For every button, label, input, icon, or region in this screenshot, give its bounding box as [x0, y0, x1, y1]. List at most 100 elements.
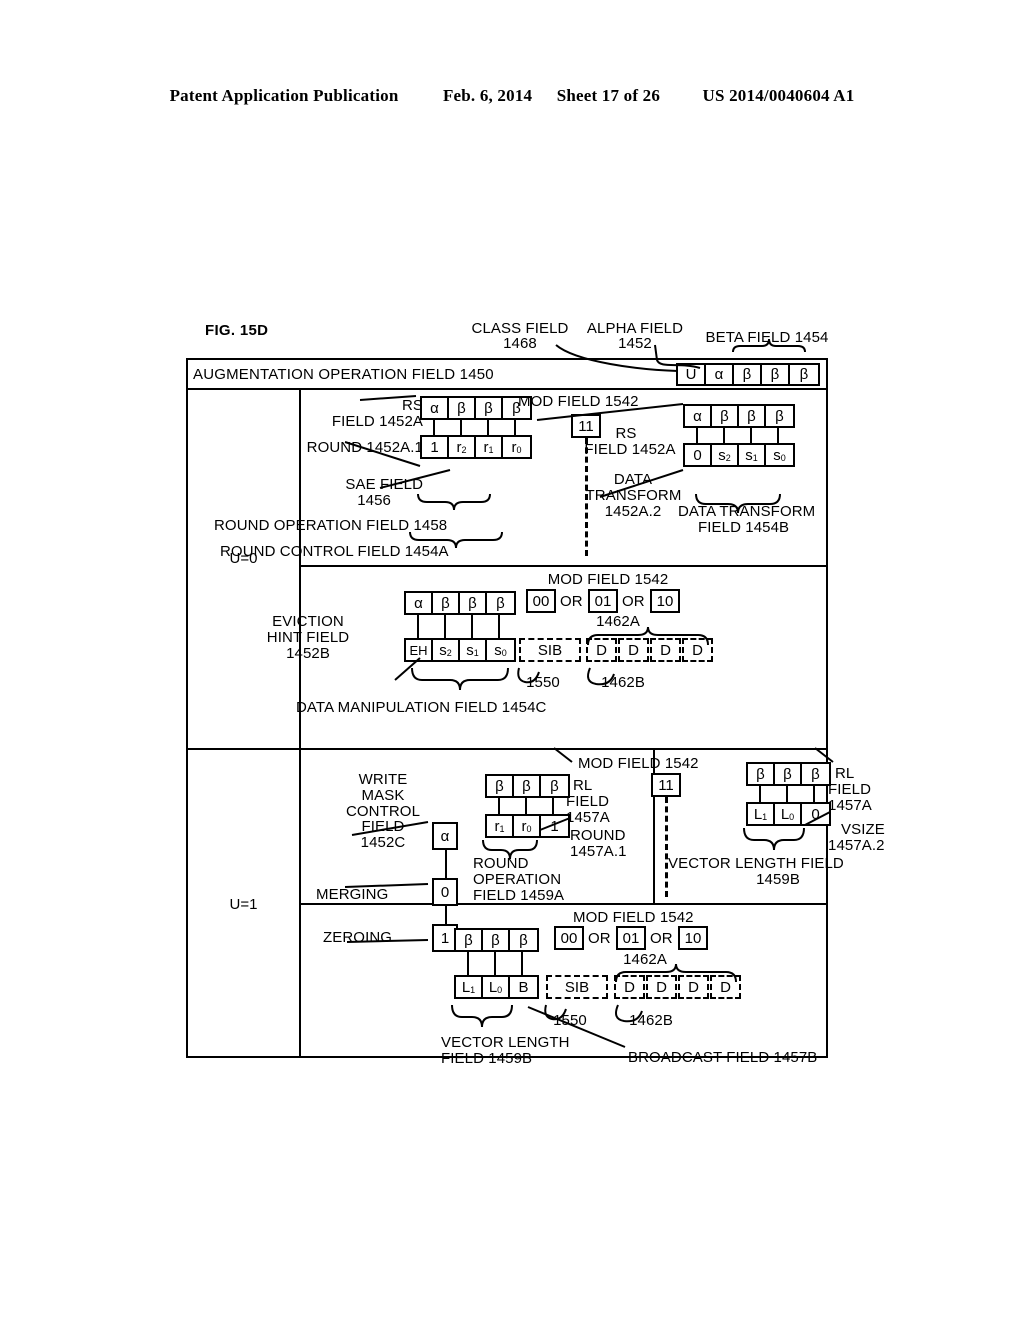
vl-cell-b: B — [518, 978, 529, 996]
u0-rs-top-cell-1: β — [449, 398, 476, 418]
eviction-hint-label-1: EVICTION — [272, 613, 344, 630]
tick-b2 — [750, 428, 752, 443]
u0-rs-top-cell-2: β — [476, 398, 503, 418]
dm-mod-or-2: OR — [622, 593, 645, 610]
header-patent-number: US 2014/0040604 A1 — [702, 86, 855, 105]
rl-field-r-label-2: FIELD — [828, 781, 872, 798]
vl-top-cells: β β β — [454, 928, 539, 952]
u1-merging-cell: 0 — [432, 878, 458, 906]
u0r-rs-top-cell-2: β — [739, 406, 766, 426]
figure-label: FIG. 15D — [205, 322, 269, 339]
vl-disp-cell-2: D — [678, 975, 709, 999]
u1-round-cell-1: 1 — [550, 817, 559, 835]
u1-alpha-to-merging-line — [445, 850, 447, 878]
round-control-field-1454a-label: ROUND CONTROL FIELD 1454A — [220, 543, 449, 560]
u1-round-number: 1457A.1 — [570, 843, 627, 860]
u0-rs-top-cells: α β β β — [420, 396, 532, 420]
rl-field-label-1: RL — [573, 777, 593, 794]
vl-disp-cell-3: D — [710, 975, 741, 999]
vsize-number: 1457A.2 — [828, 837, 885, 854]
u1-vsize-top-cell-0: β — [748, 764, 775, 784]
eviction-hint-number: 1452B — [286, 645, 330, 662]
u0r-dt-cell-s2: s2 — [712, 445, 739, 465]
class-field-callout: CLASS FIELD 1468 — [471, 320, 569, 353]
header-publication: Patent Application Publication — [169, 86, 399, 105]
tick-d2 — [552, 798, 554, 814]
u1-vector-length-field-label: VECTOR LENGTH FIELD — [668, 855, 844, 872]
vl-mod-field-label: MOD FIELD 1542 — [573, 909, 694, 926]
dm-ref-1462b: 1462B — [601, 674, 645, 691]
tick-d0 — [498, 798, 500, 814]
dm-mod-01: 01 — [588, 589, 618, 613]
u1-round-top-cells: β β β — [485, 774, 570, 798]
u1-alpha-cell: α — [432, 822, 458, 850]
tick-d1 — [525, 798, 527, 814]
vl-top-cell-1: β — [483, 930, 510, 950]
u1-round-label: ROUND — [570, 827, 626, 844]
u1r-mod-value-11: 11 — [651, 773, 681, 797]
u1-vsize-top-cell-1: β — [775, 764, 802, 784]
vl-sib-cell: SIB — [546, 975, 608, 999]
dm-cell-s2: s2 — [433, 640, 460, 660]
vl-ref-1550: 1550 — [553, 1012, 587, 1029]
cell-u: U — [678, 365, 706, 384]
tick-b0 — [696, 428, 698, 443]
page-header: Patent Application Publication Feb. 6, 2… — [0, 86, 1024, 106]
rl-field-number: 1457A — [566, 809, 610, 826]
dm-top-cell-0: α — [406, 593, 433, 613]
augmentation-operation-table: AUGMENTATION OPERATION FIELD 1450 U α β … — [186, 358, 885, 1066]
table-header-row: AUGMENTATION OPERATION FIELD 1450 U α β … — [188, 360, 826, 390]
u0r-dt-cell-0: 0 — [685, 445, 712, 465]
u0r-dt-cell-s1: s1 — [739, 445, 766, 465]
vl-ref-1462b: 1462B — [629, 1012, 673, 1029]
u1r-mod-field-label: MOD FIELD 1542 — [578, 755, 699, 772]
round-1452a1-label: ROUND 1452A.1 — [306, 439, 423, 456]
tick-c2 — [471, 615, 473, 638]
dm-disp-cell-1: D — [618, 638, 649, 662]
dm-cell-s1: s1 — [460, 640, 487, 660]
rs-field-number: FIELD 1452A — [331, 413, 423, 430]
u0-round-cell-r0: r0 — [511, 438, 522, 456]
dm-mod-or-1: OR — [560, 593, 583, 610]
u0r-rs-top-cell-1: β — [712, 406, 739, 426]
dm-bottom-cells: EH s2 s1 s0 — [404, 638, 516, 662]
u0r-rs-field-number: FIELD 1452A — [584, 441, 676, 458]
cell-beta-2: β — [799, 366, 809, 383]
u0-round-cell-r1: r1 — [476, 437, 503, 457]
u0-u1-divider — [188, 748, 826, 750]
dm-top-cell-1: β — [433, 593, 460, 613]
dm-top-cell-3: β — [496, 594, 505, 612]
u1-round-top-cell-1: β — [514, 776, 541, 796]
tick-b3 — [777, 428, 779, 443]
u0-subsection-divider — [301, 565, 826, 567]
sae-field-number: 1456 — [357, 492, 391, 509]
dm-top-cell-2: β — [460, 593, 487, 613]
dm-cell-eh: EH — [406, 640, 433, 660]
u0r-rs-field-label: RS — [615, 425, 637, 442]
u0-rs-top-cell-0: α — [422, 398, 449, 418]
dm-ref-1550: 1550 — [526, 674, 560, 691]
data-transform-number: 1452A.2 — [604, 503, 662, 520]
dm-top-cells: α β β β — [404, 591, 516, 615]
tick-a2 — [487, 420, 489, 435]
tick-c0 — [417, 615, 419, 638]
tick-e2 — [813, 786, 815, 802]
u1-label-cell: U=1 — [188, 748, 301, 1057]
u1-vsize-cell-0: 0 — [811, 805, 820, 823]
dm-mod-00: 00 — [526, 589, 556, 613]
dm-mod-10: 10 — [650, 589, 680, 613]
u0r-rs-top-cell-0: α — [685, 406, 712, 426]
vl-mod-00: 00 — [554, 926, 584, 950]
tick-f2 — [521, 952, 523, 975]
tick-f0 — [467, 952, 469, 975]
u1-vsize-cell-l0: L0 — [775, 804, 802, 824]
dm-disp-cell-2: D — [650, 638, 681, 662]
vl-top-cell-2: β — [519, 931, 528, 949]
rl-field-r-label-1: RL — [835, 765, 855, 782]
augmentation-operation-field-title: AUGMENTATION OPERATION FIELD 1450 — [193, 366, 494, 383]
rl-field-r-number: 1457A — [828, 797, 872, 814]
tick-f1 — [494, 952, 496, 975]
beta-field-callout: BETA FIELD 1454 — [705, 329, 829, 346]
u0r-rs-top-cells: α β β β — [683, 404, 795, 428]
zeroing-label: ZEROING — [323, 929, 393, 946]
